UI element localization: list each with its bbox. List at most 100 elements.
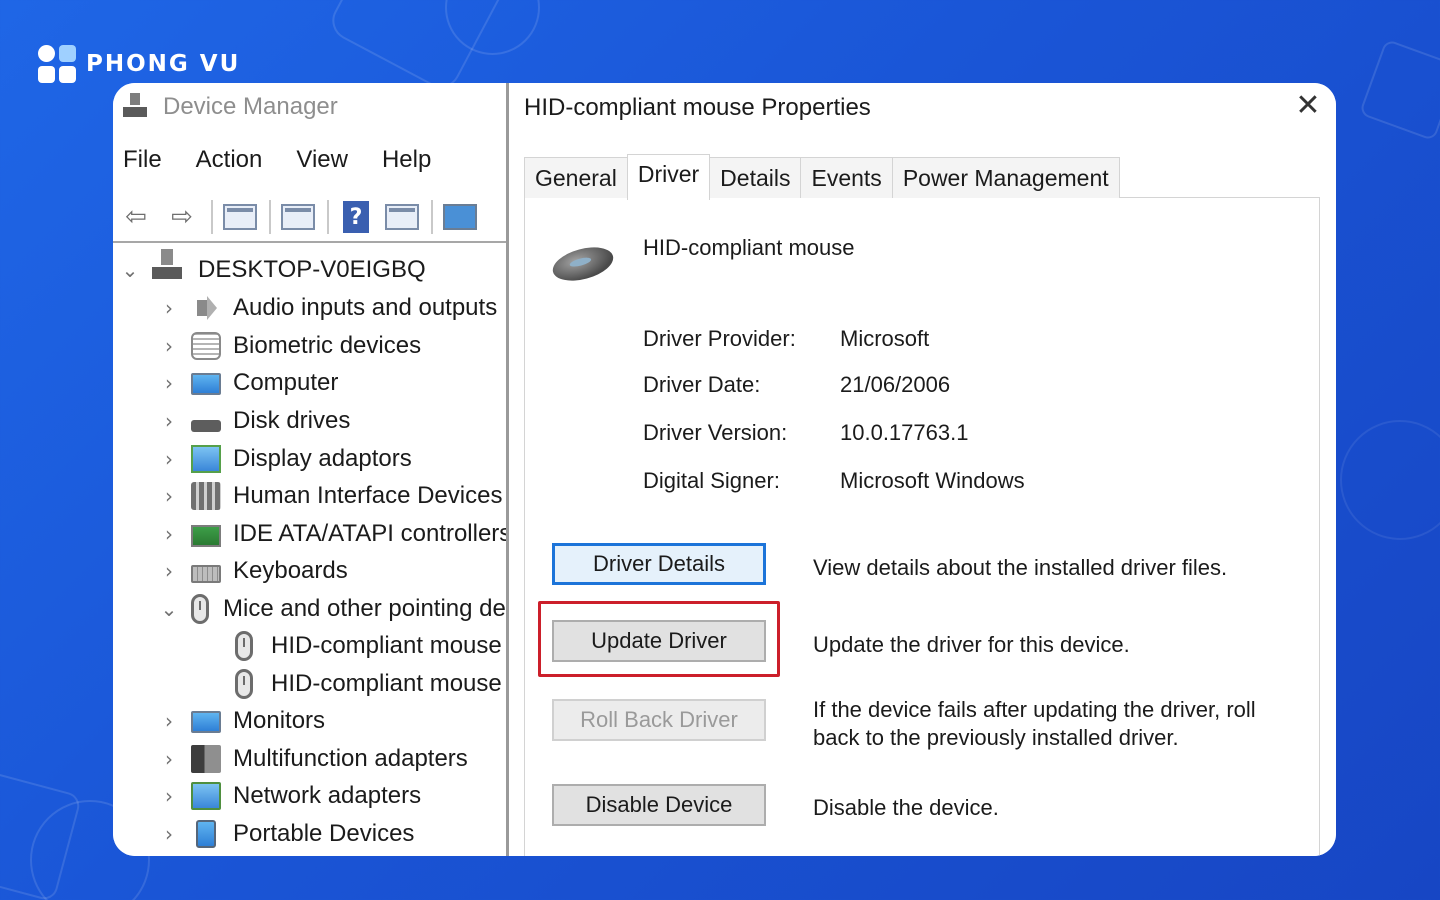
- action-pane-button[interactable]: [383, 200, 421, 234]
- monitor-icon: [191, 711, 221, 733]
- show-hide-console-tree-button[interactable]: [221, 200, 259, 234]
- digital-signer-value: Microsoft Windows: [840, 468, 1025, 493]
- tree-root[interactable]: ⌄ DESKTOP-V0EIGBQ: [118, 249, 426, 287]
- driver-provider-label: Driver Provider:: [643, 326, 796, 351]
- brand-name: PHONG VU: [86, 51, 241, 77]
- device-manager-window: Device Manager File Action View Help ⇦ ⇨…: [113, 83, 561, 856]
- tree-item-label: Monitors: [233, 707, 326, 734]
- tree-item-label: Multifunction adapters: [233, 745, 468, 772]
- tree-item-hid-mouse-2[interactable]: HID-compliant mouse: [197, 667, 502, 701]
- menu-view[interactable]: View: [296, 146, 348, 174]
- fingerprint-icon: [191, 332, 221, 360]
- update-driver-button[interactable]: Update Driver: [552, 620, 766, 662]
- ide-controller-icon: [191, 524, 221, 547]
- tab-details[interactable]: Details: [709, 157, 802, 198]
- tree-item-keyboards[interactable]: › Keyboards: [157, 554, 348, 588]
- computer-icon: [150, 249, 184, 285]
- tab-power-management[interactable]: Power Management: [891, 157, 1120, 198]
- menu-file[interactable]: File: [123, 146, 162, 174]
- tree-item-label: Computer: [233, 369, 339, 396]
- mouse-icon: [191, 594, 209, 624]
- dialog-title: HID-compliant mouse Properties: [524, 94, 871, 121]
- network-icon: [191, 782, 221, 810]
- roll-back-driver-button: Roll Back Driver: [552, 699, 766, 741]
- chevron-right-icon[interactable]: ›: [157, 484, 181, 508]
- arrow-right-icon: ⇨: [171, 202, 193, 232]
- tree-item-hid[interactable]: › Human Interface Devices: [157, 479, 502, 513]
- menu-help[interactable]: Help: [382, 146, 431, 174]
- tree-item-display-adaptors[interactable]: › Display adaptors: [157, 442, 412, 476]
- hid-icon: [191, 482, 221, 510]
- background-circle-shape: [1340, 420, 1440, 540]
- properties-button[interactable]: [279, 200, 317, 234]
- close-icon: ✕: [1295, 88, 1321, 123]
- toolbar-separator: [327, 200, 329, 234]
- tree-item-mice[interactable]: ⌄ Mice and other pointing devices: [157, 592, 561, 626]
- chevron-right-icon[interactable]: ›: [157, 296, 181, 320]
- tree-item-label: Biometric devices: [233, 332, 422, 359]
- tree-item-multifunction[interactable]: › Multifunction adapters: [157, 742, 468, 776]
- device-manager-icon: [121, 93, 149, 121]
- chevron-right-icon[interactable]: ›: [157, 559, 181, 583]
- tree-item-computer[interactable]: › Computer: [157, 366, 338, 400]
- display-adapter-icon: [191, 445, 221, 473]
- mouse-icon: [235, 669, 253, 699]
- driver-details-description: View details about the installed driver …: [813, 555, 1228, 580]
- driver-provider-value: Microsoft: [840, 326, 930, 351]
- chevron-right-icon[interactable]: ›: [157, 409, 181, 433]
- tree-item-network[interactable]: › Network adapters: [157, 779, 421, 813]
- speaker-icon: [191, 294, 221, 322]
- multifunction-icon: [191, 745, 221, 773]
- tree-item-disk-drives[interactable]: › Disk drives: [157, 404, 350, 438]
- tree-item-ide[interactable]: › IDE ATA/ATAPI controllers: [157, 517, 511, 551]
- tree-item-portable[interactable]: › Portable Devices: [157, 817, 414, 851]
- properties-dialog: HID-compliant mouse Properties ✕ General…: [509, 83, 1336, 856]
- tree-item-label: Portable Devices: [233, 820, 415, 847]
- tree-item-label: Keyboards: [233, 557, 348, 584]
- action-pane-icon: [385, 204, 419, 230]
- chevron-right-icon[interactable]: ›: [157, 709, 181, 733]
- tree-item-label: HID-compliant mouse: [271, 632, 502, 659]
- tab-general[interactable]: General: [524, 157, 628, 198]
- help-icon: ?: [343, 201, 369, 233]
- tab-events[interactable]: Events: [800, 157, 893, 198]
- background-square-shape: [1358, 38, 1440, 142]
- monitor-icon: [191, 373, 221, 395]
- close-button[interactable]: ✕: [1293, 91, 1323, 122]
- forward-button[interactable]: ⇨: [163, 200, 201, 234]
- chevron-right-icon[interactable]: ›: [157, 747, 181, 771]
- tree-item-monitors[interactable]: › Monitors: [157, 704, 325, 738]
- tree-item-audio[interactable]: › Audio inputs and outputs: [157, 291, 497, 325]
- back-button[interactable]: ⇦: [117, 200, 155, 234]
- disk-drive-icon: [191, 420, 221, 432]
- driver-version-value: 10.0.17763.1: [840, 420, 969, 445]
- scan-hardware-button[interactable]: [441, 200, 479, 234]
- tab-driver[interactable]: Driver: [626, 154, 711, 200]
- chevron-right-icon[interactable]: ›: [157, 784, 181, 808]
- tree-root-label: DESKTOP-V0EIGBQ: [198, 256, 426, 283]
- disable-device-description: Disable the device.: [813, 795, 999, 820]
- help-button[interactable]: ?: [337, 200, 375, 234]
- chevron-right-icon[interactable]: ›: [157, 334, 181, 358]
- tab-bar: General Driver Details Events Power Mana…: [524, 154, 1120, 200]
- digital-signer-label: Digital Signer:: [643, 468, 780, 493]
- brand-logo: PHONG VU: [38, 45, 240, 83]
- properties-icon: [281, 204, 315, 230]
- chevron-down-icon[interactable]: ⌄: [157, 597, 181, 621]
- tree-item-label: Human Interface Devices: [233, 482, 503, 509]
- brand-mark-icon: [38, 45, 78, 83]
- driver-details-button[interactable]: Driver Details: [552, 543, 766, 585]
- menu-action[interactable]: Action: [196, 146, 263, 174]
- chevron-right-icon[interactable]: ›: [157, 371, 181, 395]
- chevron-down-icon[interactable]: ⌄: [118, 258, 142, 282]
- tree-item-hid-mouse-1[interactable]: HID-compliant mouse: [197, 629, 502, 663]
- chevron-right-icon[interactable]: ›: [157, 822, 181, 846]
- chevron-right-icon[interactable]: ›: [157, 447, 181, 471]
- disable-device-button[interactable]: Disable Device: [552, 784, 766, 826]
- driver-date-label: Driver Date:: [643, 372, 761, 397]
- chevron-right-icon[interactable]: ›: [157, 522, 181, 546]
- keyboard-icon: [191, 564, 221, 583]
- toolbar-separator: [269, 200, 271, 234]
- toolbar: ⇦ ⇨ ?: [113, 193, 506, 243]
- tree-item-biometric[interactable]: › Biometric devices: [157, 329, 421, 363]
